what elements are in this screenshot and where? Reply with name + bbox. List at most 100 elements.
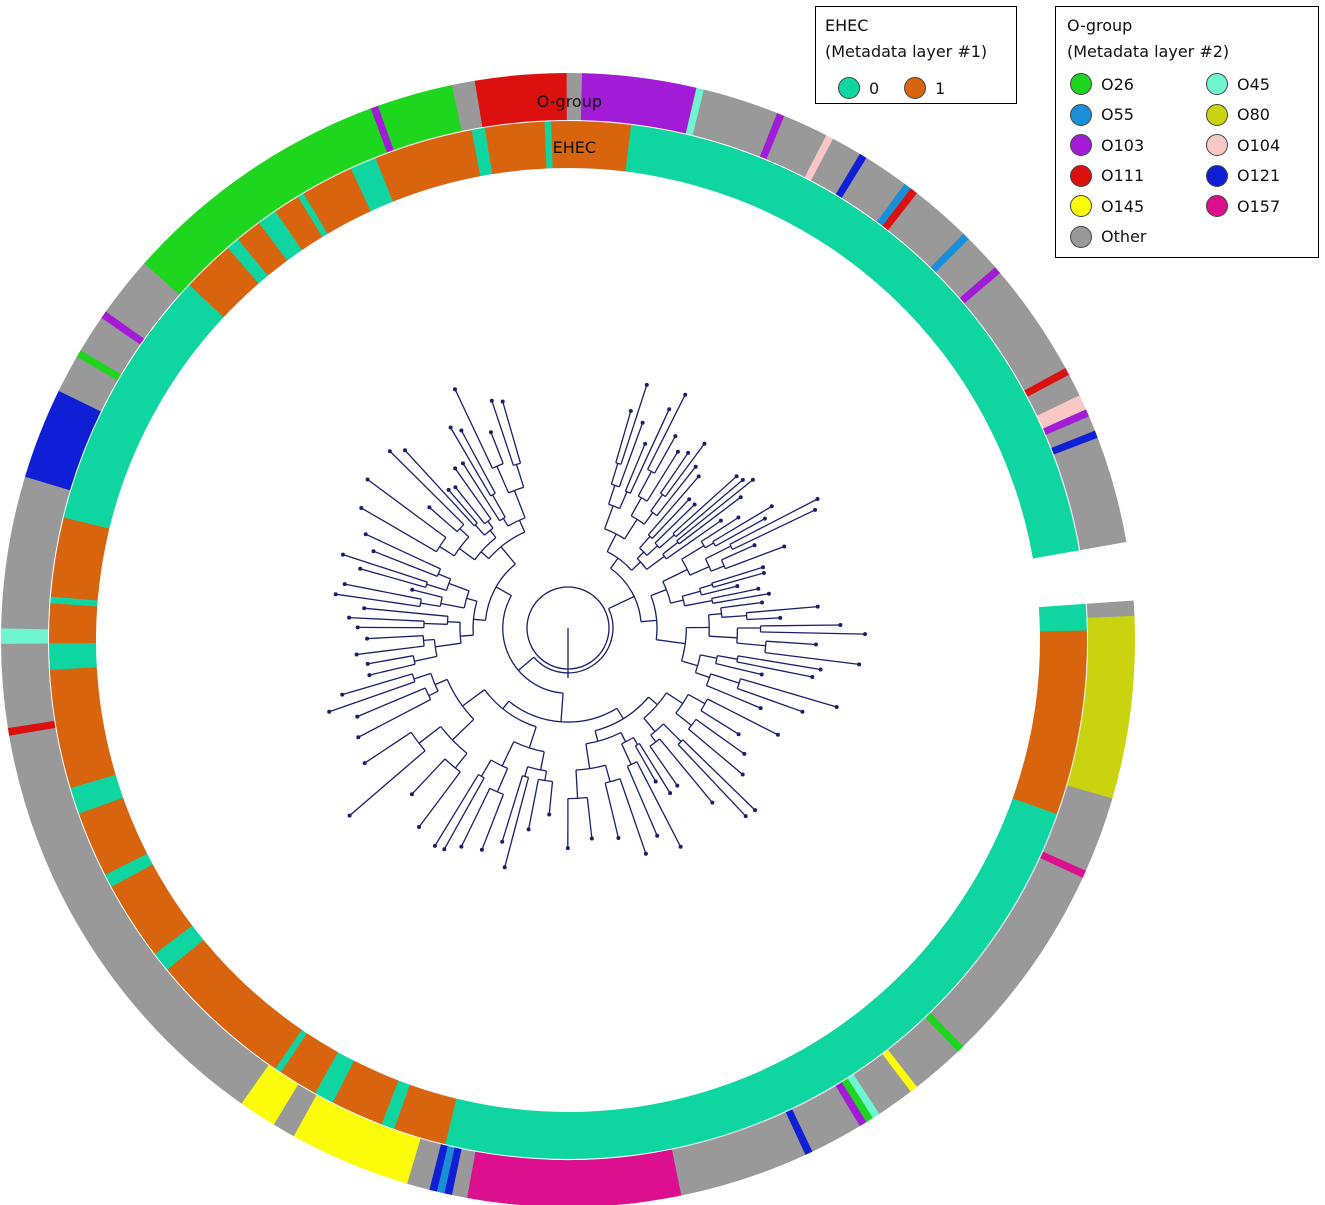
tree-branch [344,583,398,596]
tree-branch-arc [700,698,708,711]
tree-branch [389,450,444,505]
tree-branch [517,656,535,671]
tree-branch [619,778,625,792]
tree-branch [754,498,818,533]
tree-branch [769,624,841,627]
tree-tip [655,833,660,838]
tree-branch [454,486,473,509]
tree-branch [481,813,497,851]
tree-branch [482,448,493,469]
tree-branch [700,531,716,543]
tree-branch [739,572,765,581]
tree-branch [439,546,455,557]
tree-branch [518,519,526,533]
tree-tip [365,477,370,482]
tree-branch [651,529,661,539]
tree-branch [708,635,738,639]
tree-branch [594,730,599,742]
tree-branch [684,599,713,607]
tree-branch-arc [610,567,642,622]
tree-branch [620,732,627,743]
tree-branch-arc [478,773,485,779]
tree-tip [442,847,447,852]
tree-branch [490,431,500,453]
tree-branch [720,604,742,609]
legend-item-ehec-1: 1 [904,77,945,99]
tree-branch [739,593,770,600]
tree-tip [673,434,678,439]
tree-branch [369,666,405,676]
tree-branch-arc [445,578,452,591]
tree-tip [702,441,707,446]
legend-item-other: Other [1070,225,1146,248]
tree-branch [644,777,682,848]
tree-branch [688,728,700,738]
tree-branch [707,698,722,707]
tree-branch-arc [527,766,547,772]
tree-branch-arc [508,486,524,494]
tree-tip [683,392,688,397]
tree-branch [716,689,761,709]
legend-item-o157: O157 [1206,195,1280,217]
tree-tip [333,592,338,597]
circle-swatch-icon [1206,164,1228,187]
tree-tip [409,792,414,797]
o-group-segment-o45 [0,635,49,644]
tree-tip [740,772,745,777]
tree-tip [387,449,392,454]
legend-label: O45 [1237,74,1270,94]
tree-branch [661,435,676,461]
tree-branch-arc [484,563,516,621]
tree-tip [358,566,363,571]
tree-branch-arc [736,655,739,663]
legend-label: O26 [1101,74,1134,94]
tree-branch [585,743,591,769]
tree-branch [413,583,426,589]
tree-branch [397,593,422,600]
tree-branch [495,586,512,597]
tree-branch [711,578,725,584]
tree-branch-arc [608,503,620,510]
tree-branch [615,449,621,463]
tree-branch-arc [422,635,425,647]
tree-branch [639,535,651,549]
tree-branch [607,485,616,505]
tree-tip [766,591,771,596]
legend-item-o121: O121 [1206,164,1280,187]
tree-branch [723,505,773,536]
tree-tip [371,549,376,554]
tree-branch-arc [681,596,686,606]
tree-branch [724,566,764,580]
tree-branch [448,582,470,592]
tree-branch [528,726,537,749]
tree-branch [631,561,642,571]
tree-branch [360,568,414,585]
tree-branch [766,685,837,708]
tree-branch [721,614,747,618]
tree-tip [448,425,453,430]
tree-tip [815,604,820,609]
tree-branch [502,518,509,527]
tree-branch-arc [662,581,672,604]
tree-branch [621,743,632,765]
tree-tip [775,732,780,737]
legend-item-o145: O145 [1070,195,1144,217]
tree-tip [759,672,764,677]
tree-branch [765,640,784,643]
tree-branch [406,574,428,583]
tree-branch-arc [425,581,428,588]
tree-branch [458,547,476,561]
tree-branch [637,471,653,497]
tree-branch [715,662,733,669]
tree-branch [677,744,695,762]
tree-tip [762,516,767,521]
tree-branch [681,545,705,560]
tree-branch [481,506,492,520]
tree-branch [665,768,678,786]
tree-branch [471,507,486,525]
tree-branch [711,592,740,600]
tree-branch-arc [419,599,422,607]
tree-branch-arc [707,614,710,637]
circle-swatch-icon [1070,73,1092,95]
tree-branch [349,766,408,817]
